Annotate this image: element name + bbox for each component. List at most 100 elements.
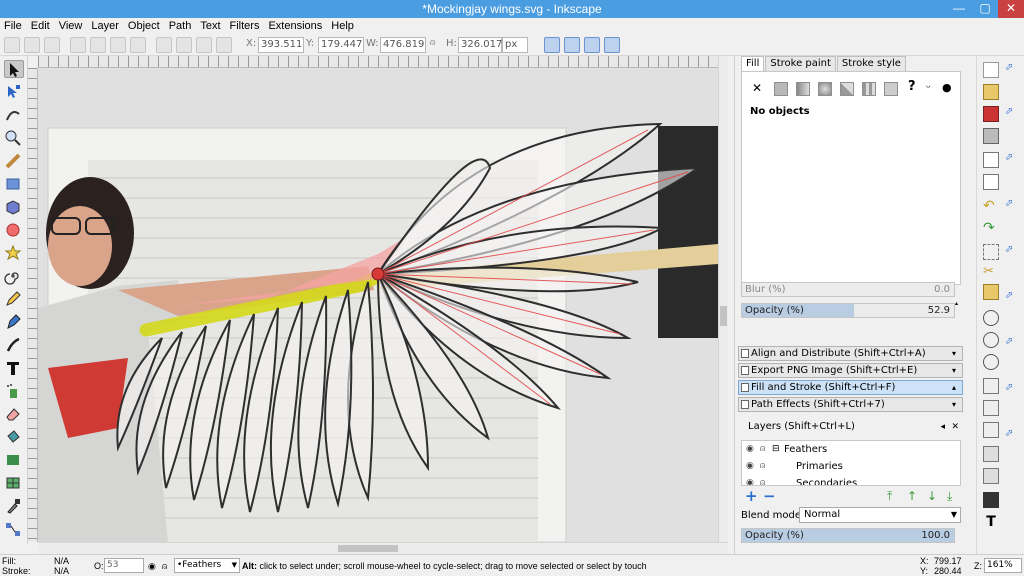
layer-to-top-icon[interactable]: ⤒ — [887, 489, 892, 504]
unit-select[interactable]: px — [502, 37, 528, 53]
swatch-button[interactable] — [884, 82, 898, 96]
menu-layer[interactable]: Layer — [87, 20, 123, 32]
mesh-tool[interactable] — [4, 474, 24, 492]
move-patterns-icon[interactable] — [604, 37, 620, 53]
clone-icon[interactable] — [983, 400, 999, 416]
tab-stroke-style[interactable]: Stroke style — [836, 56, 906, 71]
undo-icon[interactable]: ↶ — [983, 198, 999, 214]
vertical-scrollbar[interactable] — [718, 56, 728, 542]
snap-centers-icon[interactable]: ⬀ — [1005, 290, 1021, 306]
snap-paths-icon[interactable]: ⬀ — [1005, 198, 1021, 214]
paint-bucket-tool[interactable] — [4, 428, 24, 446]
fill-indicator-value[interactable]: N/A — [54, 556, 69, 566]
snap-grid-icon[interactable]: ⬀ — [1005, 428, 1021, 444]
gradient-tool[interactable] — [4, 451, 24, 469]
3d-box-tool[interactable] — [4, 198, 24, 216]
eraser-tool[interactable] — [4, 405, 24, 423]
fill-evenodd-icon[interactable]: ᵕ — [926, 81, 931, 94]
tab-stroke-paint[interactable]: Stroke paint — [765, 56, 836, 71]
lock-icon[interactable]: ⍝ — [760, 475, 765, 485]
menu-text[interactable]: Text — [196, 20, 224, 32]
dropper-tool[interactable] — [4, 497, 24, 515]
current-layer-select[interactable]: •Feathers ▼ — [174, 558, 240, 573]
mesh-gradient-button[interactable] — [840, 82, 854, 96]
text-tool[interactable] — [4, 359, 24, 377]
stroke-indicator-value[interactable]: N/A — [54, 566, 69, 576]
layer-lower-icon[interactable]: ↓ — [927, 489, 937, 503]
zoom-field[interactable]: 161% — [984, 558, 1022, 573]
deselect-icon[interactable] — [44, 37, 60, 53]
horizontal-scroll-thumb[interactable] — [338, 545, 398, 552]
print-icon[interactable] — [983, 128, 999, 144]
calligraphy-tool[interactable] — [4, 336, 24, 354]
snap-rotation-icon[interactable]: ⬀ — [1005, 336, 1021, 352]
snap-toggle-icon[interactable]: ⬀ — [1005, 62, 1021, 78]
text-font-icon[interactable]: T — [983, 514, 999, 530]
layer-row-primaries[interactable]: ◉ ⍝ Primaries — [742, 458, 960, 475]
raise-icon[interactable] — [176, 37, 192, 53]
export-file-icon[interactable] — [983, 174, 999, 190]
zoom-tool[interactable] — [4, 129, 24, 147]
drawing-canvas[interactable] — [38, 68, 718, 542]
menu-file[interactable]: File — [0, 20, 26, 32]
menu-object[interactable]: Object — [124, 20, 164, 32]
visibility-eye-icon[interactable]: ◉ — [746, 441, 754, 458]
layer-visibility-icon[interactable]: ◉ — [148, 561, 156, 571]
lock-icon[interactable]: ⍝ — [760, 458, 765, 475]
zoom-page-icon[interactable] — [983, 354, 999, 370]
ungroup-icon[interactable] — [983, 468, 999, 484]
pen-tool[interactable] — [4, 313, 24, 331]
new-document-icon[interactable] — [983, 62, 999, 78]
menu-edit[interactable]: Edit — [27, 20, 54, 32]
fill-stroke-dialog-icon[interactable] — [983, 492, 999, 508]
lower-to-bottom-icon[interactable] — [216, 37, 232, 53]
layer-opacity-slider[interactable]: Opacity (%) 100.0 — [741, 528, 955, 543]
layer-lock-icon[interactable]: ⍝ — [162, 561, 167, 571]
dock-path-effects[interactable]: Path Effects (Shift+Ctrl+7) ▾ — [738, 397, 963, 412]
open-file-icon[interactable] — [983, 84, 999, 100]
paste-icon[interactable] — [983, 284, 999, 300]
opacity-slider[interactable]: Opacity (%) 52.9 — [741, 303, 955, 318]
x-field[interactable]: 393.511 — [258, 37, 304, 53]
cut-icon[interactable]: ✂ — [983, 264, 999, 280]
lower-icon[interactable] — [196, 37, 212, 53]
connector-tool[interactable] — [4, 520, 24, 538]
group-icon[interactable] — [983, 446, 999, 462]
lock-icon[interactable]: ⍝ — [760, 441, 765, 458]
selector-tool[interactable] — [4, 60, 24, 78]
select-all-layers-icon[interactable] — [24, 37, 40, 53]
move-gradients-icon[interactable] — [584, 37, 600, 53]
blur-slider[interactable]: Blur (%) 0.0 — [741, 282, 955, 297]
visibility-eye-icon[interactable]: ◉ — [746, 458, 754, 475]
flip-vertical-icon[interactable] — [130, 37, 146, 53]
h-field[interactable]: 326.017 — [458, 37, 502, 53]
menu-view[interactable]: View — [55, 20, 87, 32]
scale-stroke-icon[interactable] — [544, 37, 560, 53]
dock-align-distribute[interactable]: Align and Distribute (Shift+Ctrl+A) ▾ — [738, 346, 963, 361]
pattern-button[interactable] — [862, 82, 876, 96]
minimize-button[interactable]: — — [946, 0, 972, 18]
linear-gradient-button[interactable] — [796, 82, 810, 96]
spray-tool[interactable] — [4, 382, 24, 400]
close-button[interactable]: ✕ — [998, 0, 1024, 18]
snap-bbox-icon[interactable]: ⬀ — [1005, 106, 1021, 122]
dock-fill-stroke[interactable]: Fill and Stroke (Shift+Ctrl+F) ▴ — [738, 380, 963, 395]
rotate-ccw-icon[interactable] — [70, 37, 86, 53]
rotate-cw-icon[interactable] — [90, 37, 106, 53]
save-icon[interactable] — [983, 106, 999, 122]
vertical-scroll-thumb[interactable] — [720, 306, 727, 326]
blend-mode-select[interactable]: Normal ▼ — [799, 507, 961, 523]
redo-icon[interactable]: ↷ — [983, 220, 999, 236]
spin-up-icon[interactable]: ▴ — [955, 301, 963, 307]
tweak-tool[interactable] — [4, 106, 24, 124]
node-tool[interactable] — [4, 83, 24, 101]
maximize-button[interactable]: ▢ — [972, 0, 998, 18]
layer-row-feathers[interactable]: ◉ ⍝ ⊟ Feathers — [742, 441, 960, 458]
canvas-artwork[interactable] — [38, 68, 718, 542]
ellipse-tool[interactable] — [4, 221, 24, 239]
unlink-clone-icon[interactable] — [983, 422, 999, 438]
add-layer-icon[interactable]: + — [745, 487, 758, 505]
duplicate-icon[interactable] — [983, 378, 999, 394]
radial-gradient-button[interactable] — [818, 82, 832, 96]
star-tool[interactable] — [4, 244, 24, 262]
